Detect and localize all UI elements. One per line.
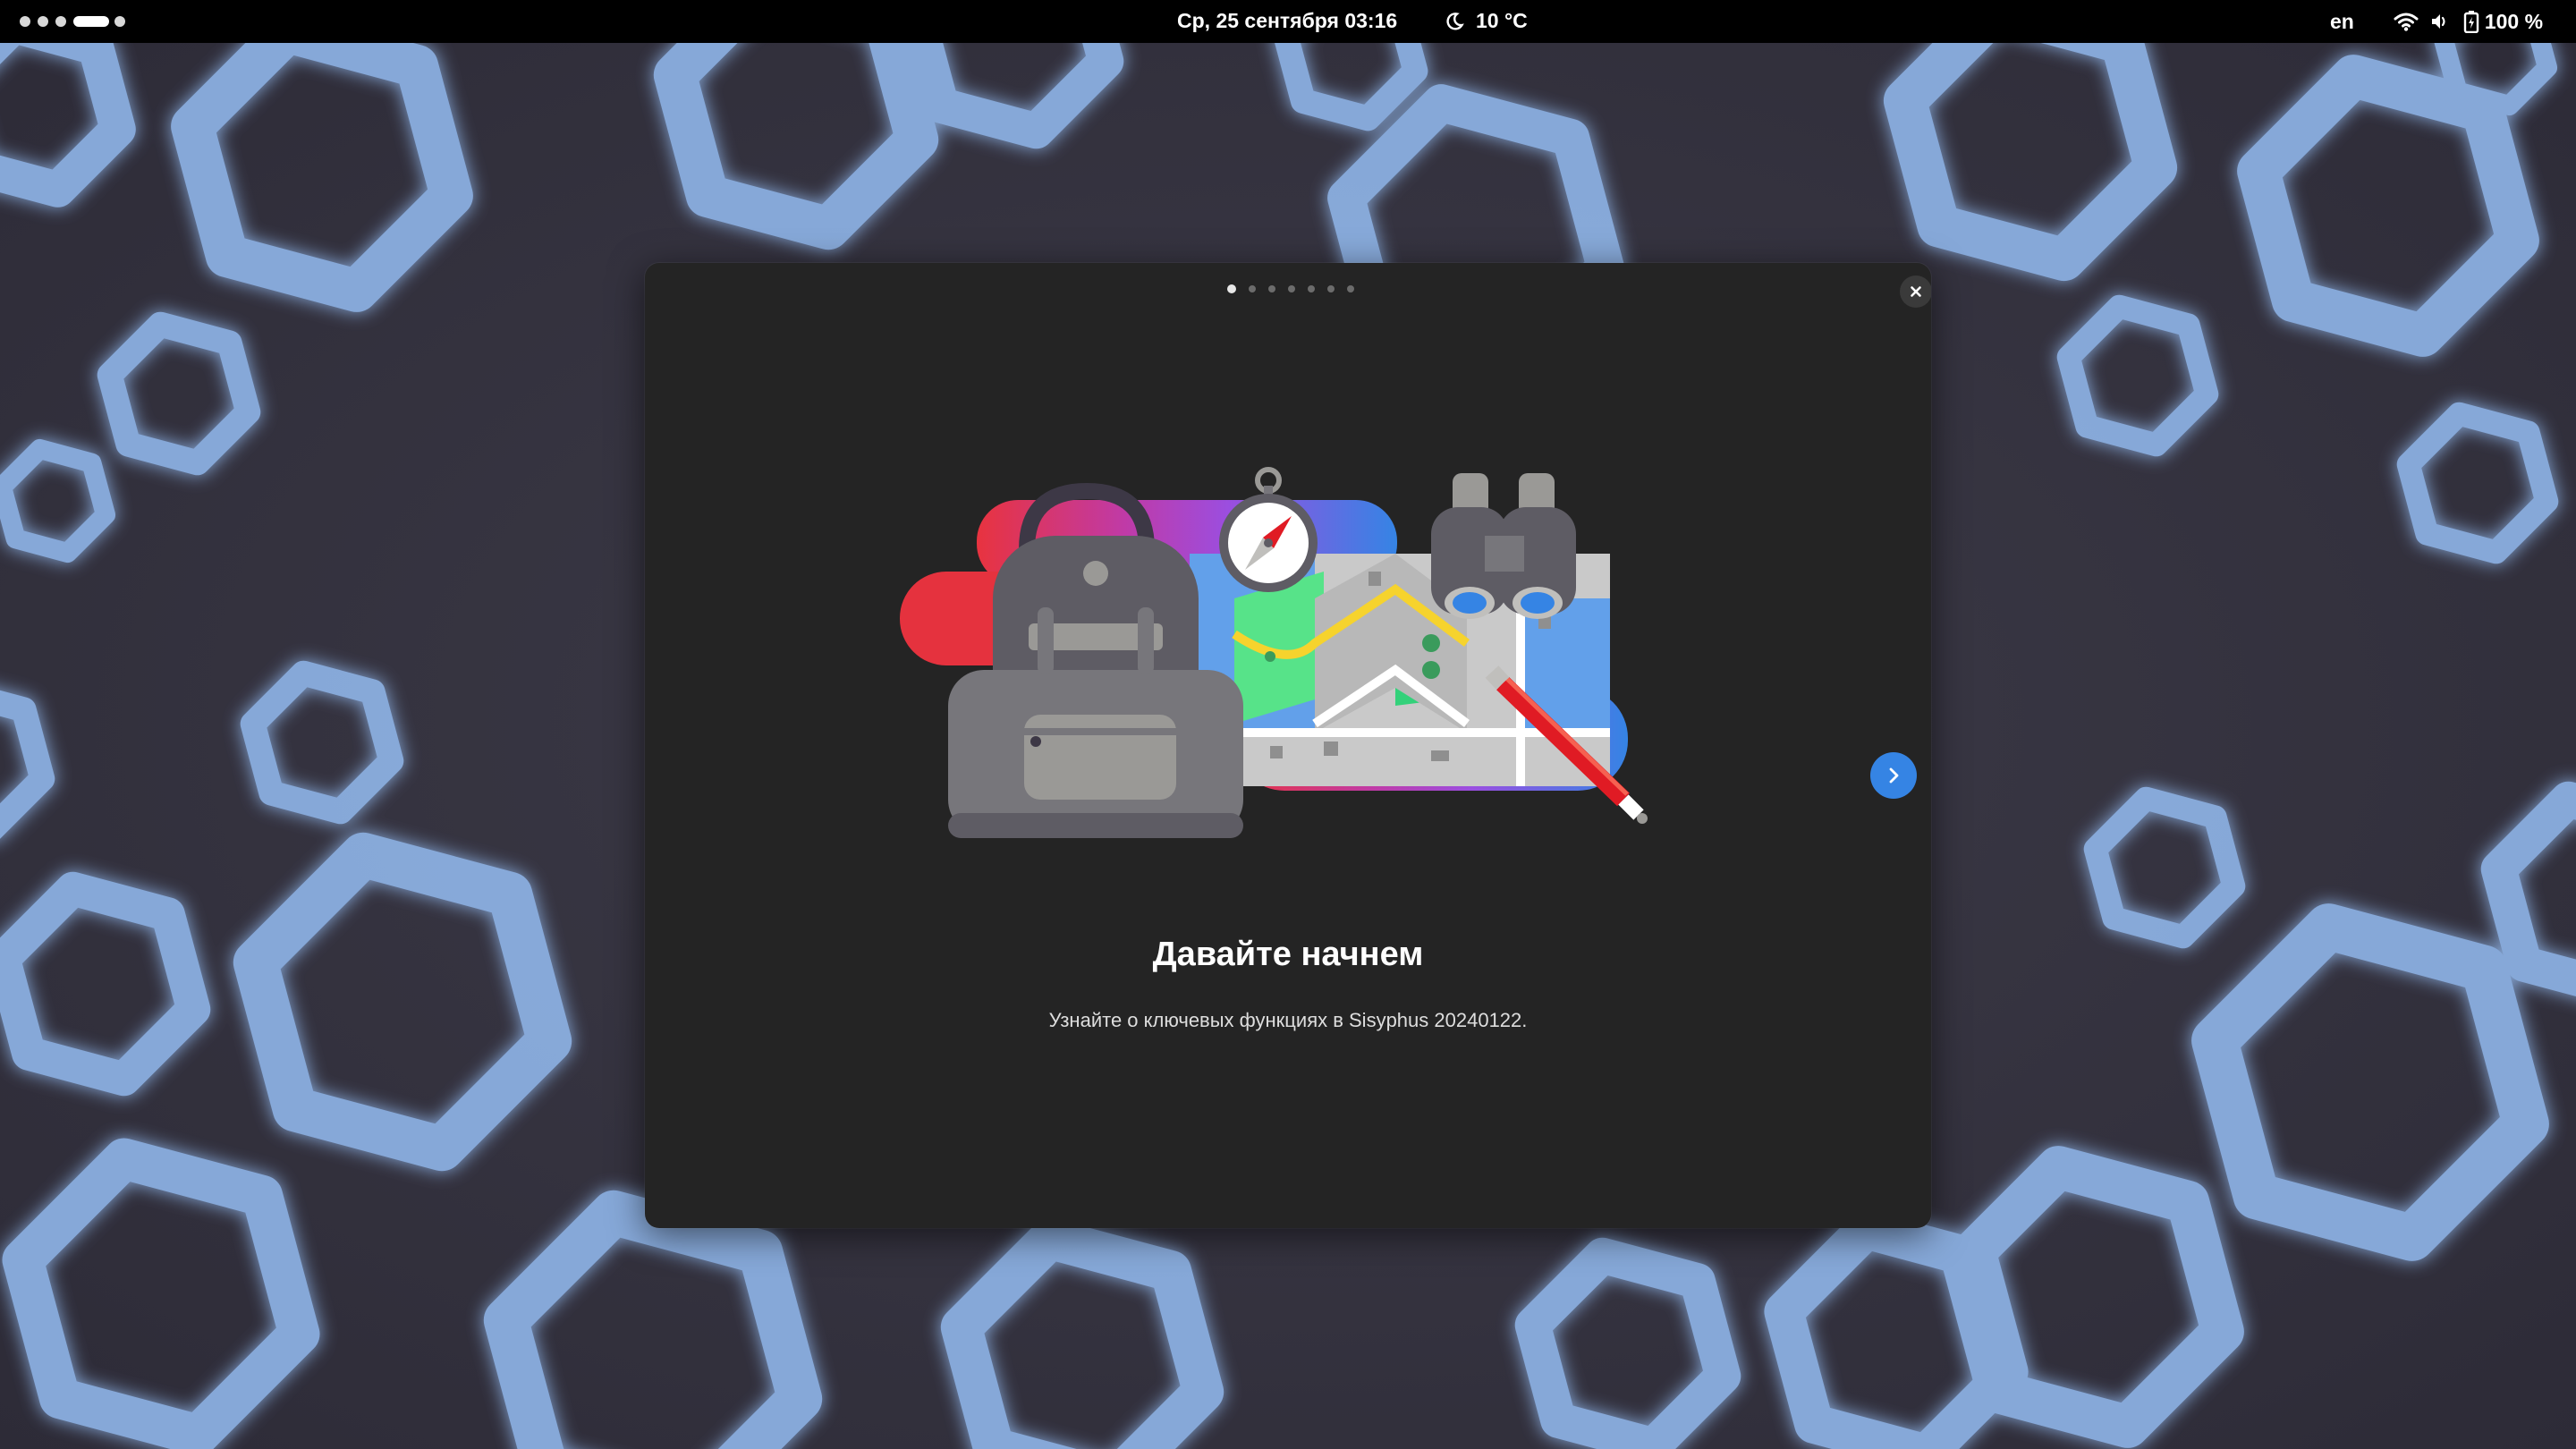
page-indicator	[1227, 284, 1354, 293]
page-dot-active[interactable]	[1227, 284, 1236, 293]
wifi-icon	[2394, 13, 2419, 31]
page-dot[interactable]	[1347, 285, 1354, 292]
weather-indicator[interactable]: 10 °C	[1444, 9, 1528, 33]
next-page-button[interactable]	[1870, 752, 1917, 799]
page-subtitle: Узнайте о ключевых функциях в Sisyphus 2…	[1048, 1009, 1528, 1031]
page-dot[interactable]	[1327, 285, 1335, 292]
workspace-dot-active[interactable]	[73, 16, 109, 27]
getting-started-illustration	[900, 467, 1648, 838]
compass-icon	[1219, 467, 1318, 592]
workspace-dot[interactable]	[114, 16, 125, 27]
page-title: Давайте начнем	[1152, 936, 1424, 973]
battery-percentage: 100 %	[2484, 9, 2544, 33]
date-time[interactable]: Ср, 25 сентября 03:16	[1177, 9, 1397, 33]
page-dot[interactable]	[1288, 285, 1295, 292]
top-bar: Ср, 25 сентября 03:16 10 °C en 100 %	[0, 0, 2576, 43]
volume-icon	[2431, 14, 2445, 29]
temperature: 10 °C	[1476, 9, 1528, 32]
system-tray[interactable]: en 100 %	[2330, 7, 2543, 36]
moon-icon	[1446, 12, 1464, 30]
close-button[interactable]	[1900, 275, 1931, 308]
welcome-tour-dialog: Давайте начнем Узнайте о ключевых функци…	[645, 263, 1931, 1228]
workspace-dot[interactable]	[20, 16, 30, 27]
close-icon	[1911, 286, 1921, 297]
workspace-dot[interactable]	[55, 16, 66, 27]
binoculars-icon	[1431, 473, 1576, 619]
chevron-right-icon	[1889, 767, 1899, 784]
battery-icon	[2463, 11, 2479, 33]
workspace-dot[interactable]	[38, 16, 48, 27]
keyboard-layout[interactable]: en	[2330, 10, 2354, 34]
page-dot[interactable]	[1249, 285, 1256, 292]
page-dot[interactable]	[1308, 285, 1315, 292]
page-dot[interactable]	[1268, 285, 1275, 292]
